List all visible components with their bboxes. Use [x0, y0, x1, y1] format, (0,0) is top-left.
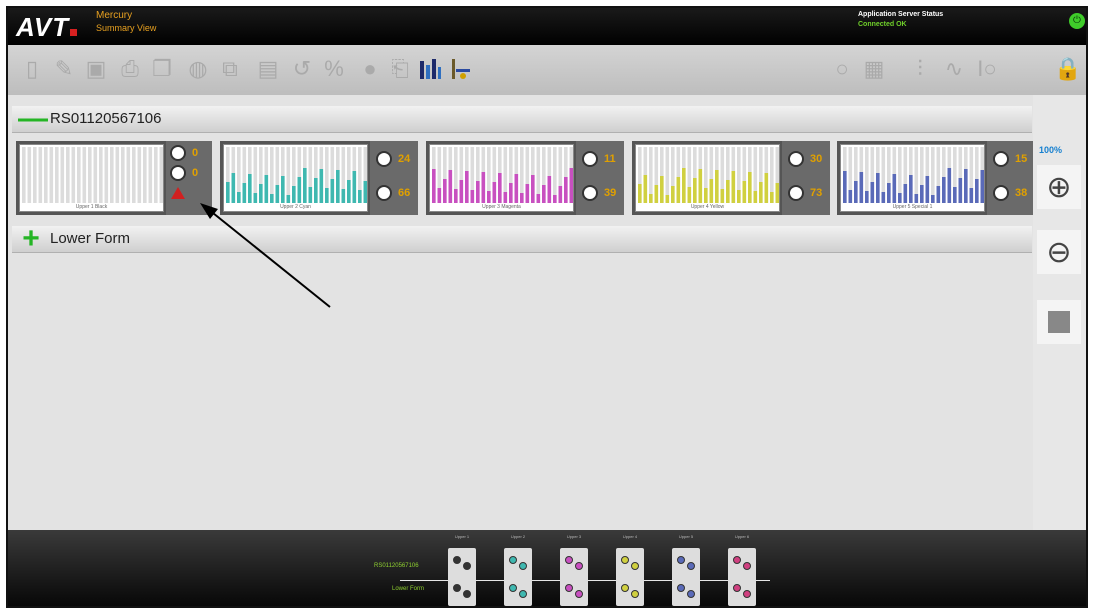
plate-bottom-label: Lower 1	[454, 605, 470, 608]
server-status-title: Application Server Status	[858, 11, 944, 18]
zoom-sidebar: 100% ⊕ ⊖	[1033, 95, 1086, 530]
plate-icon[interactable]	[448, 548, 476, 606]
zoom-out-icon[interactable]: ⊖	[1037, 230, 1081, 274]
main-content: — RS01120567106 Upper 1 Black 0 0 Upper 2 C…	[8, 95, 1035, 530]
plate-hole	[463, 562, 471, 570]
toolbar: ▯ ✎ ▣ ⎙ ❐ ◍ ⧉ ▤ ↺ % ● ⎗ ○ ▦ ⫶ ∿ I○ 🔒	[8, 45, 1086, 95]
plate-top-label: Upper 5	[678, 534, 694, 539]
plate-icon[interactable]	[672, 548, 700, 606]
zoom-level: 100%	[1039, 145, 1063, 155]
printer-icon[interactable]: ⎗	[386, 55, 414, 83]
footer-bar: RS01120567106 Lower Form Upper 1 Lower 1 U…	[8, 530, 1086, 608]
plate-icon[interactable]	[560, 548, 588, 606]
edit-icon[interactable]: ✎	[50, 55, 78, 83]
plate-bottom-label: Lower 6	[734, 605, 750, 608]
plate-hole	[453, 556, 461, 564]
plate-bottom-label: Lower 5	[678, 605, 694, 608]
power-icon[interactable]: ⏻	[1069, 13, 1085, 29]
zoom-in-icon[interactable]: ⊕	[1037, 165, 1081, 209]
clipboard-icon[interactable]: ▤	[254, 55, 282, 83]
plate-hole	[453, 584, 461, 592]
annotation-arrow	[200, 203, 331, 308]
footer-row-label-upper: RS01120567106	[374, 563, 419, 569]
copy-icon[interactable]: ❐	[148, 55, 176, 83]
plate-bottom-label: Lower 2	[510, 605, 526, 608]
tuner-icon[interactable]: ⫶	[906, 55, 934, 83]
scale-icon[interactable]: %	[320, 55, 348, 83]
plate-hole	[733, 584, 741, 592]
plate-bottom-label: Lower 4	[622, 605, 638, 608]
toggle-icon[interactable]: I○	[973, 55, 1001, 83]
circle-icon[interactable]: ○	[828, 55, 856, 83]
view-name: Summary View	[96, 23, 157, 33]
lock-icon[interactable]: 🔒	[1054, 55, 1082, 83]
globe-icon[interactable]: ◍	[184, 55, 212, 83]
stop-button[interactable]	[1037, 300, 1081, 344]
plate-hole	[519, 590, 527, 598]
grid-icon[interactable]: ▦	[860, 55, 888, 83]
plate-icon[interactable]	[616, 548, 644, 606]
plate-hole	[519, 562, 527, 570]
plate-top-label: Upper 2	[510, 534, 526, 539]
footer-row-label-lower: Lower Form	[392, 586, 425, 592]
plate-hole	[463, 590, 471, 598]
plate-hole	[687, 562, 695, 570]
plate-hole	[677, 584, 685, 592]
plate-hole	[631, 562, 639, 570]
plate-hole	[575, 590, 583, 598]
plate-hole	[509, 584, 517, 592]
signal-icon[interactable]: ∿	[940, 55, 968, 83]
plate-hole	[631, 590, 639, 598]
chart-bars-icon[interactable]	[416, 55, 444, 83]
plate-hole	[621, 556, 629, 564]
plate-icon[interactable]	[728, 548, 756, 606]
plate-top-label: Upper 6	[734, 534, 750, 539]
avt-logo: AVT	[16, 12, 78, 43]
plate-hole	[677, 556, 685, 564]
duplicate-icon[interactable]: ⧉	[216, 55, 244, 83]
plate-hole	[565, 556, 573, 564]
plate-hole	[565, 584, 573, 592]
app-name: Mercury	[96, 10, 133, 21]
stop-icon	[1048, 311, 1070, 333]
machine-icon[interactable]	[448, 55, 476, 83]
plate-hole	[687, 590, 695, 598]
app-window: AVT Mercury Summary View Application Ser…	[6, 6, 1088, 608]
plate-hole	[743, 590, 751, 598]
print-icon[interactable]: ⎙	[116, 55, 144, 83]
plate-hole	[621, 584, 629, 592]
plate-bottom-label: Lower 3	[566, 605, 582, 608]
plate-top-label: Upper 4	[622, 534, 638, 539]
disc-icon[interactable]: ●	[356, 55, 384, 83]
plate-hole	[509, 556, 517, 564]
server-status-value: Connected OK	[858, 21, 907, 28]
undo-icon[interactable]: ↺	[288, 55, 316, 83]
plate-icon[interactable]	[504, 548, 532, 606]
plate-hole	[743, 562, 751, 570]
plate-hole	[733, 556, 741, 564]
header-bar: AVT Mercury Summary View Application Ser…	[8, 8, 1086, 45]
plate-top-label: Upper 3	[566, 534, 582, 539]
new-file-icon[interactable]: ▯	[18, 55, 46, 83]
plate-top-label: Upper 1	[454, 534, 470, 539]
save-icon[interactable]: ▣	[82, 55, 110, 83]
plate-hole	[575, 562, 583, 570]
